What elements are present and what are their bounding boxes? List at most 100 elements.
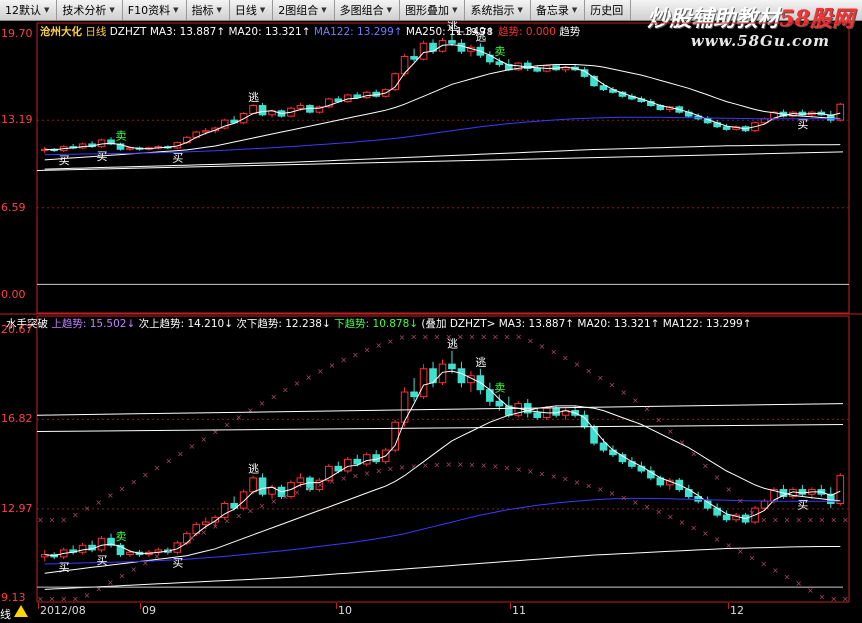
toolbar-button-label: 图形叠加 — [405, 4, 450, 17]
lower-trend-dot: × — [690, 523, 697, 532]
dropdown-arrow-icon: ▼ — [386, 6, 393, 14]
upper-trend-dot: × — [142, 471, 149, 480]
bottom-line-ma250 — [44, 546, 841, 590]
upper-trend-dot: × — [562, 353, 569, 362]
top-y-tick-1: 13.19 — [1, 113, 33, 127]
top-y-tick-0: 19.70 — [1, 27, 33, 40]
toolbar-button-0[interactable]: 12默认 ▼ — [0, 0, 58, 20]
bottom-candle-body — [258, 477, 267, 495]
upper-trend-dot: × — [107, 491, 114, 500]
toolbar-button-label: 备忘录 — [535, 4, 569, 17]
lower-trend-dot: × — [597, 485, 604, 494]
toolbar-button-9[interactable]: 备忘录 ▼ — [531, 0, 586, 20]
lower-trend-dot: × — [749, 553, 756, 562]
dropdown-arrow-icon: ▼ — [44, 6, 50, 14]
bottom-candle-body — [599, 442, 608, 451]
toolbar-button-5[interactable]: 2图组合 ▼ — [273, 0, 335, 20]
lower-trend-dot: × — [317, 481, 324, 490]
upper-trend-dot: × — [165, 457, 172, 466]
upper-trend-dot: × — [830, 516, 837, 525]
toolbar-button-label: 2图组合 — [278, 4, 319, 17]
x-tick-2: 10 — [338, 604, 352, 617]
top-candle-body — [249, 105, 257, 114]
toolbar-button-3[interactable]: 指标 ▼ — [187, 0, 230, 20]
bottom-signal-buy: 买 — [59, 561, 70, 574]
bottom-signal-escape: 逃 — [475, 356, 486, 369]
toolbar-button-1[interactable]: 技术分析 ▼ — [57, 0, 123, 20]
toolbar-button-label: 多图组合 — [339, 4, 384, 17]
top-y-tick-2: 6.59 — [1, 200, 26, 214]
lower-trend-dot: × — [410, 462, 417, 471]
lower-trend-dot: × — [422, 461, 429, 470]
upper-trend-dot: × — [305, 373, 312, 382]
lower-trend-dot: × — [189, 534, 196, 543]
upper-trend-dot: × — [574, 360, 581, 369]
upper-trend-dot: × — [457, 332, 464, 341]
upper-trend-dot: × — [294, 379, 301, 388]
toolbar-button-10[interactable]: 历史回 — [585, 0, 632, 20]
bottom-signal-sell: 卖 — [116, 530, 127, 543]
lower-trend-dot: × — [270, 497, 277, 506]
toolbar-button-label: 技术分析 — [62, 4, 107, 17]
lower-trend-dot: × — [84, 591, 91, 600]
top-candle-body — [296, 105, 305, 109]
upper-trend-dot: × — [410, 332, 417, 341]
toolbar-button-label: 历史回 — [590, 4, 624, 17]
sub-indicator-values: 上趋势: 15.502↓ 次上趋势: 14.210↓ 次下趋势: 12.238↓… — [51, 318, 751, 330]
toolbar-button-4[interactable]: 日线 ▼ — [230, 0, 274, 20]
tab-label[interactable]: 线 — [0, 606, 11, 622]
toolbar-button-label: 12默认 — [5, 4, 41, 17]
upper-trend-dot: × — [434, 332, 441, 341]
bottom-signal-sell: 卖 — [494, 381, 505, 394]
x-tick-3: 11 — [512, 604, 526, 617]
upper-trend-dot: × — [784, 516, 791, 525]
upper-trend-dot: × — [422, 332, 429, 341]
top-candle-body — [97, 139, 106, 148]
sub-value-4: (叠加 DZHZT> MA3: 13.887↑ — [418, 318, 575, 330]
dropdown-arrow-icon: ▼ — [109, 6, 115, 14]
lower-trend-dot: × — [212, 522, 219, 531]
lower-trend-dot: × — [387, 465, 394, 474]
upper-trend-dot: × — [235, 413, 242, 422]
lower-trend-dot: × — [655, 507, 662, 516]
upper-trend-dot: × — [515, 332, 522, 341]
upper-trend-dot: × — [842, 516, 849, 525]
bottom-candle-body — [457, 368, 466, 384]
bottom-signal-escape: 逃 — [248, 463, 259, 476]
toolbar-button-8[interactable]: 系统指示 ▼ — [465, 0, 531, 20]
upper-trend-dot: × — [760, 516, 767, 525]
top-signal-buy: 买 — [97, 150, 108, 163]
lower-trend-dot: × — [445, 460, 452, 469]
bottom-line-ma3 — [44, 370, 841, 557]
upper-trend-dot: × — [679, 438, 686, 447]
x-tick-mark — [510, 603, 511, 609]
lower-trend-dot: × — [632, 498, 639, 507]
lower-trend-dot: × — [620, 493, 627, 502]
ma-value-5: 趋势 — [555, 26, 581, 38]
toolbar-button-7[interactable]: 图形叠加 ▼ — [400, 0, 466, 20]
lower-trend-dot: × — [200, 528, 207, 537]
bottom-candle-body — [78, 544, 87, 553]
toolbar-button-label: 系统指示 — [470, 4, 515, 17]
upper-trend-dot: × — [282, 386, 289, 395]
dropdown-arrow-icon: ▼ — [173, 6, 179, 14]
lower-trend-dot: × — [399, 463, 406, 472]
toolbar-button-6[interactable]: 多图组合 ▼ — [335, 0, 401, 20]
dropdown-arrow-icon: ▼ — [259, 6, 266, 14]
top-candle-body — [448, 40, 456, 44]
lower-trend-dot: × — [480, 461, 487, 470]
top-candle-body — [438, 40, 447, 52]
lower-trend-dot: × — [562, 475, 569, 484]
lower-trend-dot: × — [527, 467, 534, 476]
top-candle-body — [419, 42, 428, 60]
ma-value-3: MA250: 11.349↑ — [402, 26, 495, 38]
lower-trend-dot: × — [667, 513, 674, 522]
lower-trend-dot: × — [772, 566, 779, 575]
upper-trend-dot: × — [527, 337, 534, 346]
sub-value-0: 上趋势: 15.502↓ — [51, 318, 136, 330]
toolbar-button-2[interactable]: F10资料 ▼ — [123, 0, 187, 20]
ma-value-4: 趋势: 0.000 — [494, 26, 556, 38]
dropdown-arrow-icon: ▼ — [452, 6, 458, 14]
upper-trend-dot: × — [72, 510, 79, 519]
top-candle-body — [722, 126, 731, 130]
